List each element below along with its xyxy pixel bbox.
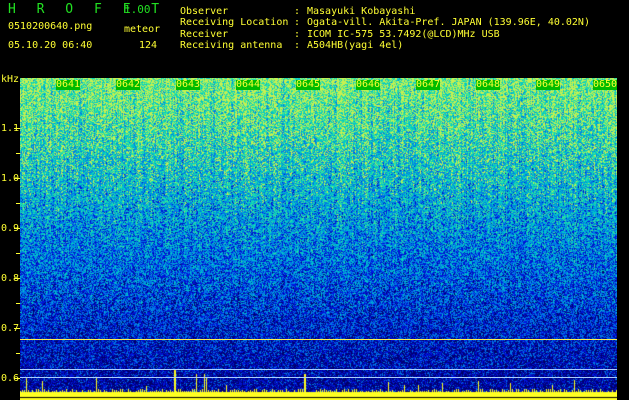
time-label: 0645 xyxy=(296,79,321,90)
observer-value: Masayuki Kobayashi xyxy=(307,6,416,17)
time-label: 0642 xyxy=(116,79,141,90)
colon-separator: : xyxy=(294,40,301,51)
time-label: 0647 xyxy=(416,79,441,90)
y-tick-mark xyxy=(14,128,20,129)
location-value: Ogata-vill. Akita-Pref. JAPAN (139.96E, … xyxy=(307,17,590,28)
y-tick-label: 1.0 xyxy=(1,173,20,184)
time-label: 0650 xyxy=(593,79,618,90)
time-label: 0644 xyxy=(236,79,261,90)
receiver-label: Receiver xyxy=(180,29,229,40)
colon-separator: : xyxy=(294,29,301,40)
y-tick-mark xyxy=(16,203,20,204)
y-tick-mark xyxy=(14,328,20,329)
y-tick-mark xyxy=(16,253,20,254)
spectrogram-canvas xyxy=(20,78,617,400)
y-tick-mark xyxy=(16,153,20,154)
observer-label: Observer xyxy=(180,6,229,17)
y-tick-mark xyxy=(14,228,20,229)
y-tick-mark xyxy=(14,278,20,279)
y-tick-label: 0.7 xyxy=(1,323,20,334)
header-panel: H R O F F T 1.00 0510200640.png meteor 0… xyxy=(0,0,629,78)
y-tick-mark xyxy=(16,303,20,304)
receiver-value: ICOM IC-575 53.7492(@LCD)MHz USB xyxy=(307,29,500,40)
antenna-label: Receiving antenna xyxy=(180,40,283,51)
antenna-value: A504HB(yagi 4el) xyxy=(307,40,404,51)
capture-datetime: 05.10.20 06:40 xyxy=(8,40,93,51)
y-tick-mark xyxy=(14,178,20,179)
reference-line xyxy=(20,369,617,370)
location-label: Receiving Location xyxy=(180,17,289,28)
time-label: 0643 xyxy=(176,79,201,90)
right-margin xyxy=(617,78,629,400)
colon-separator: : xyxy=(294,6,301,17)
reference-line xyxy=(20,339,617,340)
reference-line xyxy=(20,377,617,378)
time-label: 0649 xyxy=(536,79,561,90)
y-tick-label: 0.6 xyxy=(1,373,20,384)
time-label: 0648 xyxy=(476,79,501,90)
spectrogram xyxy=(20,78,617,400)
y-tick-label: 1.1 xyxy=(1,123,20,134)
y-axis-unit: kHz xyxy=(1,74,20,85)
y-tick-mark xyxy=(14,378,20,379)
y-tick-mark xyxy=(16,353,20,354)
y-tick-label: 0.8 xyxy=(1,273,20,284)
meteor-count: 124 xyxy=(138,40,157,51)
time-label: 0646 xyxy=(356,79,381,90)
app-version: 1.00 xyxy=(124,3,151,16)
time-label: 0641 xyxy=(56,79,81,90)
file-name: 0510200640.png xyxy=(8,21,93,32)
y-tick-label: 0.9 xyxy=(1,223,20,234)
mode-label: meteor xyxy=(124,24,161,35)
colon-separator: : xyxy=(294,17,301,28)
